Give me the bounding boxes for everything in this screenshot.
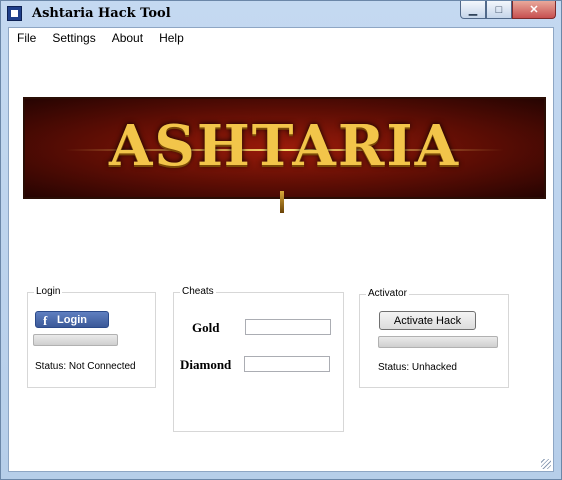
login-status: Status: Not Connected bbox=[35, 361, 136, 372]
menu-about[interactable]: About bbox=[104, 28, 151, 48]
activator-legend: Activator bbox=[366, 288, 409, 299]
maximize-button[interactable]: □ bbox=[486, 1, 512, 19]
logo-text: ASHTARIA bbox=[108, 113, 461, 179]
activator-status: Status: Unhacked bbox=[378, 362, 457, 373]
menu-help[interactable]: Help bbox=[151, 28, 192, 48]
menu-file[interactable]: File bbox=[9, 28, 44, 48]
login-button-label: Login bbox=[57, 313, 87, 326]
gold-label: Gold bbox=[192, 320, 220, 335]
login-group: Login f Login Status: Not Connected bbox=[27, 286, 156, 388]
facebook-icon: f bbox=[43, 313, 48, 328]
app-window: Ashtaria Hack Tool ▁ □ ✕ File Settings A… bbox=[0, 0, 562, 480]
menu-settings[interactable]: Settings bbox=[44, 28, 103, 48]
app-icon[interactable] bbox=[7, 6, 22, 21]
window-title: Ashtaria Hack Tool bbox=[32, 6, 171, 21]
diamond-label: Diamond bbox=[180, 357, 232, 372]
cheats-group: Cheats Gold Diamond bbox=[173, 286, 344, 432]
resize-grip[interactable] bbox=[541, 459, 551, 469]
minimize-button[interactable]: ▁ bbox=[460, 1, 486, 19]
diamond-input[interactable] bbox=[244, 356, 330, 372]
client-area: File Settings About Help ASHTARIA Login … bbox=[8, 27, 554, 472]
activate-hack-button[interactable]: Activate Hack bbox=[379, 311, 476, 330]
facebook-login-button[interactable]: f Login bbox=[35, 311, 109, 328]
logo-spike bbox=[280, 191, 284, 213]
activator-progress-bar bbox=[378, 336, 498, 348]
cheats-legend: Cheats bbox=[180, 286, 216, 297]
gold-input[interactable] bbox=[245, 319, 331, 335]
activator-group: Activator Activate Hack Status: Unhacked bbox=[359, 288, 509, 388]
game-banner: ASHTARIA bbox=[23, 97, 546, 213]
title-bar[interactable]: Ashtaria Hack Tool ▁ □ ✕ bbox=[1, 1, 561, 27]
window-controls: ▁ □ ✕ bbox=[460, 1, 556, 19]
close-button[interactable]: ✕ bbox=[512, 1, 556, 19]
login-legend: Login bbox=[34, 286, 63, 297]
login-progress-bar bbox=[33, 334, 118, 346]
menu-bar: File Settings About Help bbox=[9, 28, 192, 48]
